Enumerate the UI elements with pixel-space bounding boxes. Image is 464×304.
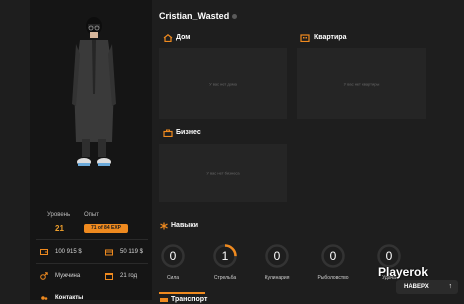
car-icon: [160, 298, 168, 302]
house-empty-text: У вас нет дома: [209, 81, 237, 86]
scroll-indicator: [159, 292, 205, 294]
status-indicator: [232, 14, 237, 19]
wallet-icon: [40, 249, 48, 255]
skill-value: 0: [329, 249, 337, 263]
skills-title: Навыки: [171, 222, 199, 229]
contacts-icon: [41, 296, 48, 300]
level-value: 21: [55, 224, 64, 233]
exp-badge: 71 of 84 EXP: [84, 224, 128, 233]
bank-value: 50 119 $: [120, 249, 143, 255]
skill-label: Сила: [166, 275, 180, 281]
contacts-title[interactable]: Контакты: [55, 295, 83, 301]
skill-ring: 0: [161, 244, 185, 268]
skill-label: Кулинария: [264, 275, 290, 281]
skill-ring: 1: [213, 244, 237, 268]
bank-icon: [105, 249, 113, 256]
arrow-up-icon: ↑: [448, 283, 453, 290]
skill-value: 1: [221, 249, 229, 263]
house-icon: [163, 34, 173, 42]
apartment-card[interactable]: У вас нет квартиры: [297, 48, 426, 119]
skill-label: Рыболовство: [317, 275, 349, 281]
skill-ring: 0: [321, 244, 345, 268]
skill-value: 0: [169, 249, 177, 263]
scroll-top-label: НАВЕРХ: [404, 284, 429, 290]
apartment-icon: [300, 34, 310, 42]
skill-label: Стрельба: [213, 275, 237, 281]
character-avatar: [72, 17, 116, 166]
level-label: Уровень: [47, 212, 71, 218]
apartment-empty-text: У вас нет квартиры: [343, 81, 380, 86]
skill-ring: 0: [265, 244, 289, 268]
male-icon: [40, 272, 48, 280]
business-title: Бизнес: [176, 129, 201, 136]
business-empty-text: У вас нет бизнеса: [206, 170, 240, 176]
watermark: Playerok: [378, 265, 429, 279]
divider: [36, 239, 148, 240]
scroll-top-button[interactable]: НАВЕРХ ↑: [396, 280, 458, 294]
calendar-icon: [105, 273, 113, 280]
cash-value: 100 915 $: [55, 249, 82, 255]
skill-value: 0: [273, 249, 281, 263]
house-card[interactable]: У вас нет дома: [159, 48, 287, 119]
divider: [36, 263, 148, 264]
business-card[interactable]: У вас нет бизнеса: [159, 144, 287, 202]
house-title: Дом: [176, 34, 191, 41]
player-name: Cristian_Wasted: [159, 11, 230, 21]
gender-value: Мужчина: [55, 273, 81, 279]
age-value: 21 год: [120, 273, 138, 279]
apartment-title: Квартира: [314, 34, 347, 41]
briefcase-icon: [163, 129, 173, 137]
exp-label: Опыт: [84, 212, 99, 218]
skills-icon: [160, 222, 168, 230]
